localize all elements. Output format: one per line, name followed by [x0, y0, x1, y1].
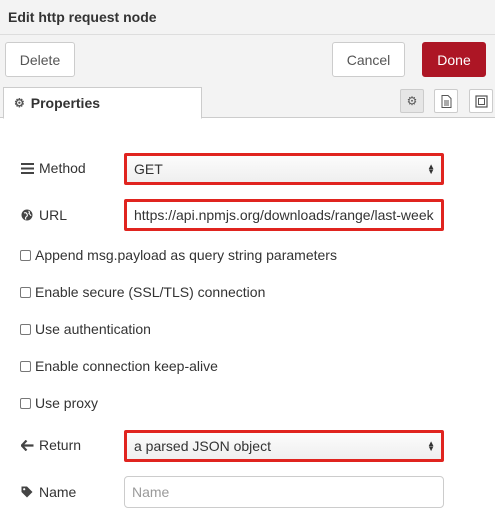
gear-icon: ⚙ [14, 96, 25, 110]
method-label: Method [39, 160, 86, 176]
append-payload-checkbox-row[interactable]: Append msg.payload as query string param… [20, 247, 337, 263]
delete-button[interactable]: Delete [5, 42, 75, 77]
append-payload-label: Append msg.payload as query string param… [35, 247, 337, 263]
keep-alive-checkbox-row[interactable]: Enable connection keep-alive [20, 358, 218, 374]
enable-tls-checkbox-row[interactable]: Enable secure (SSL/TLS) connection [20, 284, 265, 300]
name-label-row: Name [20, 484, 76, 500]
enable-tls-label: Enable secure (SSL/TLS) connection [35, 284, 266, 300]
gear-icon[interactable]: ⚙ [400, 89, 424, 113]
frame-icon[interactable] [469, 89, 493, 113]
method-value: GET [134, 161, 163, 177]
return-label: Return [39, 437, 82, 453]
dialog-toolbar: Delete Cancel Done [0, 35, 495, 85]
use-proxy-label: Use proxy [35, 395, 99, 411]
tab-properties-label: Properties [30, 95, 101, 111]
url-label-row: URL [20, 207, 67, 223]
globe-icon [20, 209, 34, 221]
dialog-titlebar: Edit http request node [0, 0, 495, 35]
use-proxy-checkbox[interactable] [20, 397, 31, 409]
arrow-left-icon [20, 439, 34, 451]
document-icon[interactable] [434, 89, 458, 113]
select-arrows-icon: ▲ ▼ [427, 162, 435, 176]
name-label: Name [39, 484, 77, 500]
list-icon [20, 162, 34, 174]
tab-bar: ⚙ Properties ⚙ [0, 85, 495, 119]
append-payload-checkbox[interactable] [20, 249, 31, 261]
use-auth-checkbox[interactable] [20, 323, 31, 335]
name-placeholder: Name [132, 484, 170, 500]
return-select[interactable]: a parsed JSON object ▲ ▼ [124, 430, 444, 462]
tag-icon [20, 486, 34, 498]
return-label-row: Return [20, 437, 81, 453]
enable-tls-checkbox[interactable] [20, 286, 31, 298]
name-input[interactable]: Name [124, 476, 444, 508]
url-input[interactable]: https://api.npmjs.org/downloads/range/la… [124, 199, 444, 231]
dialog-title: Edit http request node [8, 9, 157, 25]
method-select[interactable]: GET ▲ ▼ [124, 153, 444, 185]
url-label: URL [39, 207, 68, 223]
keep-alive-checkbox[interactable] [20, 360, 31, 372]
cancel-button[interactable]: Cancel [332, 42, 405, 77]
return-value: a parsed JSON object [134, 438, 271, 454]
use-auth-checkbox-row[interactable]: Use authentication [20, 321, 151, 337]
tab-properties[interactable]: ⚙ Properties [3, 87, 202, 119]
edit-node-dialog: Edit http request node Delete Cancel Don… [0, 0, 495, 522]
keep-alive-label: Enable connection keep-alive [35, 358, 218, 374]
method-label-row: Method [20, 160, 86, 176]
select-arrows-icon: ▲ ▼ [427, 439, 435, 453]
use-auth-label: Use authentication [35, 321, 151, 337]
url-value: https://api.npmjs.org/downloads/range/la… [134, 207, 434, 223]
use-proxy-checkbox-row[interactable]: Use proxy [20, 395, 98, 411]
done-button[interactable]: Done [422, 42, 486, 77]
